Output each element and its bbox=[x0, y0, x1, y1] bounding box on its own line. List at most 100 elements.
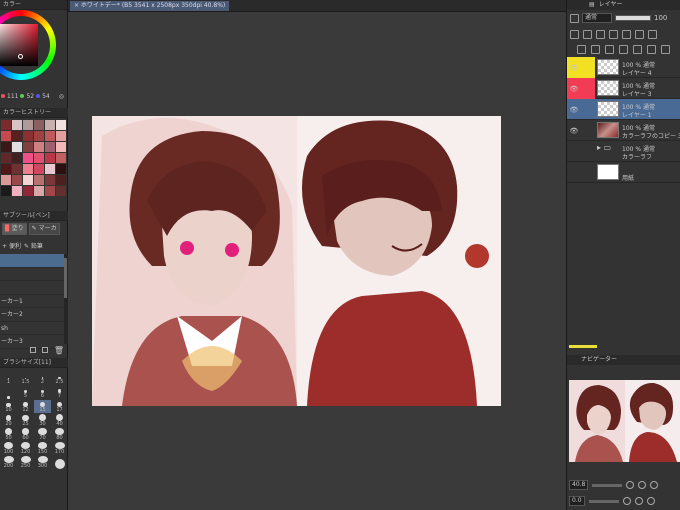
color-swatch[interactable] bbox=[12, 175, 22, 185]
color-swatch[interactable] bbox=[23, 175, 33, 185]
layer-lock-icon[interactable] bbox=[581, 57, 595, 78]
color-swatch[interactable] bbox=[23, 153, 33, 163]
brush-size-option[interactable]: 120 bbox=[17, 442, 34, 455]
layer-row[interactable]: 👁 100 % 通常 レイヤー 4 bbox=[567, 57, 680, 78]
subtool-tab-marker[interactable]: ✎ マーカ bbox=[28, 223, 60, 235]
brush-size-option[interactable]: 6 bbox=[34, 386, 51, 399]
visibility-eye-icon[interactable]: 👁 bbox=[567, 99, 581, 120]
layer-settings-icon[interactable] bbox=[661, 44, 670, 54]
color-swatch[interactable] bbox=[34, 142, 44, 152]
color-swatch[interactable] bbox=[56, 164, 66, 174]
color-swatch[interactable] bbox=[23, 131, 33, 141]
brush-item[interactable] bbox=[0, 268, 64, 281]
brush-size-option[interactable]: 2 bbox=[34, 372, 51, 385]
brush-size-option[interactable]: 50 bbox=[0, 428, 17, 441]
brush-size-option[interactable]: 10 bbox=[0, 400, 17, 413]
new-vector-layer-icon[interactable] bbox=[591, 44, 600, 54]
brush-size-option[interactable]: 170 bbox=[51, 442, 68, 455]
color-swatch[interactable] bbox=[34, 131, 44, 141]
color-swatch[interactable] bbox=[45, 164, 55, 174]
layer-lock-icon[interactable] bbox=[581, 162, 595, 183]
layer-row[interactable]: 👁 100 % 通常 カラーラフのコピー 3 bbox=[567, 120, 680, 141]
color-swatch[interactable] bbox=[34, 120, 44, 130]
layer-lock-icon[interactable] bbox=[581, 99, 595, 120]
color-swatch[interactable] bbox=[12, 142, 22, 152]
lock-transparent-icon[interactable] bbox=[622, 29, 631, 39]
color-cursor[interactable] bbox=[18, 54, 23, 59]
layer-row[interactable]: ▸ ▭ 100 % 通常 カラーラフ bbox=[567, 141, 680, 162]
color-mode-icon[interactable]: ◎ bbox=[59, 93, 64, 100]
visibility-eye-icon[interactable]: 👁 bbox=[567, 78, 581, 99]
brush-size-option[interactable]: 30 bbox=[34, 414, 51, 427]
layer-color-icon[interactable] bbox=[570, 13, 579, 23]
trash-icon[interactable]: 🗑 bbox=[54, 346, 64, 355]
color-swatch[interactable] bbox=[56, 142, 66, 152]
subtool-tab-fill[interactable]: ▉ 塗り bbox=[2, 223, 27, 235]
color-swatch[interactable] bbox=[1, 186, 11, 196]
blend-mode-select[interactable]: 通常 bbox=[582, 13, 612, 23]
brush-size-option[interactable]: 20 bbox=[0, 414, 17, 427]
draft-layer-icon[interactable] bbox=[596, 29, 605, 39]
color-swatch[interactable] bbox=[45, 186, 55, 196]
mask-enable-icon[interactable] bbox=[635, 29, 644, 39]
zoom-value[interactable]: 40.8 bbox=[569, 480, 589, 490]
brush-item[interactable] bbox=[0, 281, 64, 295]
brush-size-option[interactable]: 60 bbox=[17, 428, 34, 441]
document-tab[interactable]: × ホワイトデー* (B5 3541 x 2508px 350dpi 40.8%… bbox=[70, 1, 230, 11]
color-swatch[interactable] bbox=[23, 164, 33, 174]
layer-row[interactable]: 👁 100 % 通常 レイヤー 1 bbox=[567, 99, 680, 120]
color-swatch[interactable] bbox=[12, 131, 22, 141]
brush-size-option[interactable]: 17 bbox=[51, 400, 68, 413]
color-swatch[interactable] bbox=[1, 175, 11, 185]
visibility-eye-icon[interactable] bbox=[567, 162, 581, 183]
visibility-eye-icon[interactable]: 👁 bbox=[567, 57, 581, 78]
color-swatch[interactable] bbox=[34, 186, 44, 196]
lock-layer-icon[interactable] bbox=[609, 29, 618, 39]
rotation-value[interactable]: 0.0 bbox=[569, 496, 585, 506]
zoom-out-icon[interactable] bbox=[626, 481, 635, 489]
brush-size-option[interactable]: 2.5 bbox=[51, 372, 68, 385]
color-swatch[interactable] bbox=[56, 186, 66, 196]
brush-size-option[interactable]: 70 bbox=[34, 428, 51, 441]
clip-layer-icon[interactable] bbox=[570, 29, 579, 39]
color-swatch[interactable] bbox=[56, 131, 66, 141]
color-swatch[interactable] bbox=[23, 186, 33, 196]
visibility-eye-icon[interactable]: 👁 bbox=[567, 120, 581, 141]
subtool-tab-pencil[interactable]: ✎ 鉛筆 bbox=[24, 241, 43, 250]
brush-size-option[interactable] bbox=[0, 386, 17, 399]
brush-size-option[interactable]: 80 bbox=[51, 428, 68, 441]
brush-item[interactable]: sh bbox=[0, 322, 64, 335]
color-swatch[interactable] bbox=[1, 131, 11, 141]
color-swatch[interactable] bbox=[1, 164, 11, 174]
brush-size-option[interactable]: 40 bbox=[51, 414, 68, 427]
brush-size-option[interactable]: 300 bbox=[34, 456, 51, 469]
color-swatch[interactable] bbox=[45, 131, 55, 141]
color-swatch[interactable] bbox=[56, 120, 66, 130]
zoom-slider[interactable] bbox=[592, 483, 623, 487]
saturation-value-square[interactable] bbox=[0, 24, 38, 66]
copy-subtool-icon[interactable] bbox=[29, 347, 36, 353]
color-swatch[interactable] bbox=[34, 175, 44, 185]
brush-item[interactable]: ーカー2 bbox=[0, 308, 64, 322]
brush-item[interactable]: ーカー1 bbox=[0, 295, 64, 308]
brush-item[interactable] bbox=[0, 254, 64, 268]
opacity-slider[interactable] bbox=[615, 15, 651, 21]
color-swatch[interactable] bbox=[12, 120, 22, 130]
layer-lock-icon[interactable] bbox=[581, 120, 595, 141]
color-swatch[interactable] bbox=[45, 175, 55, 185]
color-swatch[interactable] bbox=[34, 164, 44, 174]
color-swatch[interactable] bbox=[23, 120, 33, 130]
brush-size-option[interactable]: 1.5 bbox=[17, 372, 34, 385]
color-swatch[interactable] bbox=[1, 153, 11, 163]
reset-rotation-icon[interactable] bbox=[646, 497, 655, 505]
zoom-in-icon[interactable] bbox=[638, 481, 647, 489]
color-swatch[interactable] bbox=[45, 120, 55, 130]
new-raster-layer-icon[interactable] bbox=[577, 44, 586, 54]
brush-size-option[interactable] bbox=[51, 456, 68, 469]
layer-row[interactable]: 👁 100 % 通常 レイヤー 3 bbox=[567, 78, 680, 99]
navigator-preview[interactable] bbox=[569, 380, 680, 462]
new-folder-icon[interactable] bbox=[605, 44, 614, 54]
color-swatch[interactable] bbox=[56, 175, 66, 185]
brush-size-option[interactable]: 15 bbox=[34, 400, 51, 413]
color-swatch[interactable] bbox=[1, 120, 11, 130]
